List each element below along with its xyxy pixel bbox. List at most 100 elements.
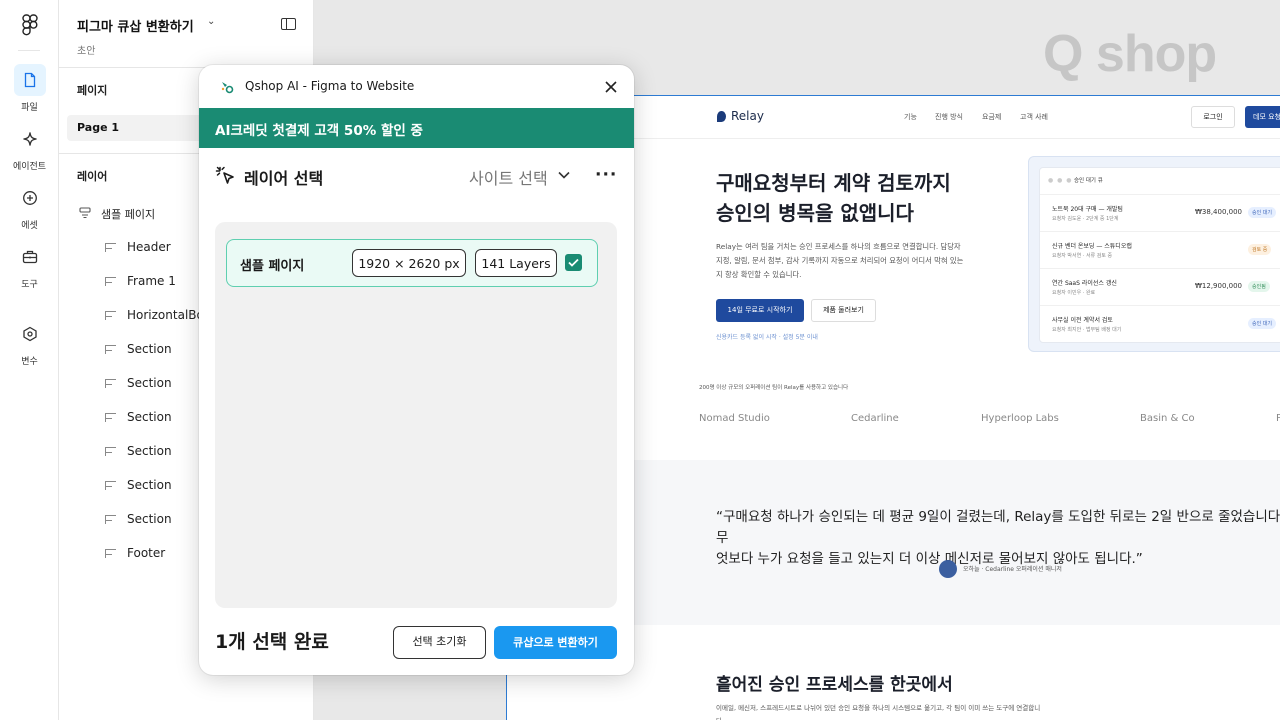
relay-logo-icon — [717, 111, 726, 122]
approval-sub: 요청자 박서연 · 서류 검토 중 — [1052, 253, 1113, 259]
layer-name: Section — [127, 478, 172, 492]
site-demo-button[interactable]: 데모 요청 — [1245, 106, 1280, 128]
site-trust-text: 200명 이상 규모의 오퍼레이션 팀이 Relay를 사용하고 있습니다 — [699, 385, 849, 391]
frame-icon — [105, 514, 117, 524]
selected-frame-item[interactable]: 샘플 페이지 1920 × 2620 px 141 Layers — [226, 239, 598, 287]
frame-icon — [105, 276, 117, 286]
selection-count: 1개 선택 완료 — [215, 631, 329, 653]
layer-name: Header — [127, 240, 171, 254]
figma-logo-icon[interactable] — [20, 14, 40, 36]
approval-sub: 요청자 최지안 · 법무팀 배정 대기 — [1052, 327, 1122, 333]
approval-sub: 요청자 이민우 · 완료 — [1052, 290, 1096, 296]
frame-icon — [105, 378, 117, 388]
plugin-header: Qshop AI - Figma to Website — [199, 65, 634, 108]
toolbar-item-variables[interactable]: 변수 — [0, 318, 59, 367]
file-title[interactable]: 피그마 큐삽 변환하기 — [77, 16, 194, 35]
qshop-watermark: Q shop — [1043, 25, 1217, 83]
file-subtitle: 초안 — [77, 46, 96, 57]
convert-to-qshop-button[interactable]: 큐샵으로 변환하기 — [494, 626, 617, 659]
selected-frame-name: 샘플 페이지 — [240, 259, 305, 274]
site-nav-link[interactable]: 진행 방식 — [935, 112, 963, 122]
site-nav-link[interactable]: 요금제 — [982, 112, 1001, 122]
approval-title: 신규 벤더 온보딩 — 스튜디오랩 — [1052, 243, 1132, 250]
frame-icon — [105, 446, 117, 456]
section-icon — [79, 207, 91, 219]
chevron-down-icon[interactable]: ⌄ — [207, 16, 215, 27]
toolbar-item-agent[interactable]: 에이전트 — [0, 123, 59, 172]
selection-list: 샘플 페이지 1920 × 2620 px 141 Layers — [215, 222, 617, 608]
approval-sub: 요청자 김도윤 · 2단계 중 1단계 — [1052, 216, 1119, 222]
layer-name: Section — [127, 342, 172, 356]
site-nav-link[interactable]: 고객 사례 — [1020, 112, 1048, 122]
testimonial-quote: “구매요청 하나가 승인되는 데 평균 9일이 걸렸는데, Relay를 도입한… — [716, 509, 1280, 567]
partner-logo: Nomad Studio — [699, 413, 770, 424]
toolbar-label-tools: 도구 — [21, 280, 38, 290]
testimonial-author: 오하늘 · Cedarline 오퍼레이션 매니저 — [963, 566, 1062, 573]
status-badge: 검토 중 — [1248, 244, 1272, 255]
layer-name: Section — [127, 512, 172, 526]
card-title: 승인 대기 큐 — [1074, 178, 1103, 184]
status-badge: 승인 대기 — [1248, 318, 1276, 329]
chevron-down-icon[interactable] — [557, 168, 571, 182]
approval-amount: ₩38,400,000 — [1194, 208, 1242, 216]
site-nav-link[interactable]: 기능 — [904, 112, 917, 122]
approval-amount: ₩12,900,000 — [1194, 282, 1242, 290]
more-icon[interactable]: ··· — [595, 165, 617, 185]
toolbar-item-assets[interactable]: 에셋 — [0, 182, 59, 231]
toolbar-divider — [18, 50, 40, 51]
approval-row: 사무실 이전 계약서 검토요청자 최지안 · 법무팀 배정 대기 승인 대기 — [1040, 305, 1280, 341]
site-hero-title: 구매요청부터 계약 검토까지 승인의 병목을 없앱니다 — [716, 171, 951, 225]
section2-text: 이메일, 메신저, 스프레드시트로 나뉘어 있던 승인 요청을 하나의 시스템으… — [716, 704, 1041, 720]
frame-icon — [105, 548, 117, 558]
status-badge: 승인됨 — [1248, 281, 1270, 292]
partner-logo: P — [1276, 413, 1280, 424]
file-icon — [13, 64, 46, 96]
reset-selection-button[interactable]: 선택 초기화 — [393, 626, 486, 659]
partner-logo: Cedarline — [851, 413, 899, 424]
frame-icon — [105, 310, 117, 320]
site-login-button[interactable]: 로그인 — [1191, 106, 1235, 128]
partner-logo: Basin & Co — [1140, 413, 1195, 424]
approval-title: 연간 SaaS 라이선스 갱신 — [1052, 280, 1117, 287]
partner-logo: Hyperloop Labs — [981, 413, 1059, 424]
toolbar-item-file[interactable]: 파일 — [0, 64, 59, 113]
layer-name: Section — [127, 444, 172, 458]
approval-queue-card: ● ● ● 승인 대기 큐 노트북 20대 구매 — 개발팀요청자 김도윤 · … — [1028, 156, 1280, 352]
frame-icon — [105, 344, 117, 354]
close-icon[interactable] — [602, 78, 620, 96]
frame-icon — [105, 412, 117, 422]
frame-icon — [105, 480, 117, 490]
site-brand: Relay — [731, 109, 764, 123]
layer-name: Section — [127, 410, 172, 424]
section2-title: 흩어진 승인 프로세스를 한곳에서 — [716, 675, 953, 695]
cursor-click-icon — [215, 166, 234, 184]
approval-title: 사무실 이전 계약서 검토 — [1052, 317, 1113, 324]
layer-count-badge: 141 Layers — [475, 249, 557, 277]
panel-toggle-icon[interactable] — [281, 18, 296, 30]
sparkle-icon — [14, 123, 46, 155]
status-badge: 승인 대기 — [1248, 207, 1276, 218]
frame-icon — [105, 242, 117, 252]
approval-row: 연간 SaaS 라이선스 갱신요청자 이민우 · 완료 ₩12,900,000 승인… — [1040, 268, 1280, 304]
layers-label: 레이어 — [77, 170, 108, 183]
left-toolbar: 파일 에이전트 에셋 도구 변수 — [0, 0, 59, 720]
toolbar-item-tools[interactable]: 도구 — [0, 241, 59, 290]
layer-select-label: 레이어 선택 — [244, 169, 324, 188]
site-cta-primary[interactable]: 14일 무료로 시작하기 — [716, 299, 804, 322]
toolbox-icon — [14, 241, 46, 273]
approval-row: 신규 벤더 온보딩 — 스튜디오랩요청자 박서연 · 서류 검토 중 검토 중 — [1040, 231, 1280, 267]
promo-banner[interactable]: AI크레딧 첫결제 고객 50% 할인 중 — [199, 108, 634, 148]
toolbar-label-variables: 변수 — [21, 357, 38, 367]
qshop-plugin-icon — [221, 82, 234, 94]
layer-name: HorizontalBo — [127, 308, 204, 322]
approval-queue-inner: ● ● ● 승인 대기 큐 노트북 20대 구매 — 개발팀요청자 김도윤 · … — [1039, 167, 1280, 343]
approval-title: 노트북 20대 구매 — 개발팀 — [1052, 206, 1123, 213]
toolbar-label-assets: 에셋 — [21, 221, 38, 231]
site-cta-secondary[interactable]: 제품 둘러보기 — [811, 299, 876, 322]
variables-icon — [14, 318, 46, 350]
site-select-dropdown[interactable]: 사이트 선택 — [469, 165, 548, 189]
avatar — [939, 560, 957, 578]
pages-label: 페이지 — [77, 84, 108, 97]
window-dots: ● ● ● — [1048, 177, 1073, 184]
checkbox-checked-icon[interactable] — [565, 254, 582, 271]
